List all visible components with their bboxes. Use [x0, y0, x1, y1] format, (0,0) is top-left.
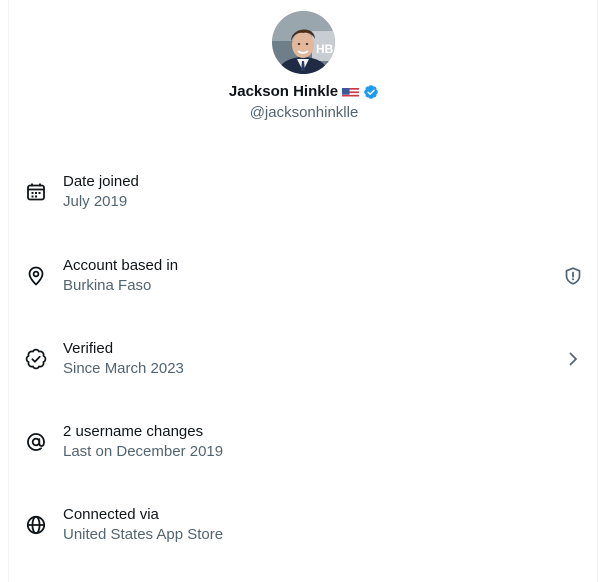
verified-check-icon	[25, 348, 47, 370]
avatar[interactable]: HB	[272, 11, 335, 74]
about-row-verified[interactable]: Verified Since March 2023	[9, 327, 599, 391]
profile-handle: @jacksonhinklle	[249, 104, 359, 121]
at-sign-icon	[25, 431, 47, 453]
us-flag-icon	[342, 86, 360, 98]
about-row-subtitle: Last on December 2019	[63, 443, 224, 460]
about-row-subtitle: United States App Store	[63, 526, 224, 543]
about-row-connected-via: Connected via United States App Store	[9, 493, 599, 557]
about-row-date-joined: Date joined July 2019	[9, 160, 599, 224]
about-row-title: Verified	[63, 340, 114, 357]
about-row-title: Account based in	[63, 257, 179, 274]
profile-name: Jackson Hinkle	[228, 83, 339, 100]
calendar-icon	[25, 181, 47, 203]
profile-name-row: Jackson Hinkle	[9, 82, 599, 102]
about-row-account-based-in: Account based in Burkina Faso	[9, 244, 599, 308]
about-row-subtitle: Burkina Faso	[63, 277, 152, 294]
about-row-subtitle: Since March 2023	[63, 360, 184, 377]
location-pin-icon	[25, 265, 47, 287]
shield-alert-icon[interactable]	[563, 266, 583, 286]
about-row-username-changes: 2 username changes Last on December 2019	[9, 410, 599, 474]
chevron-right-icon	[563, 349, 583, 369]
globe-icon	[25, 514, 47, 536]
profile-photo: HB	[272, 11, 335, 74]
about-row-title: Connected via	[63, 506, 159, 523]
svg-text:HB: HB	[316, 42, 334, 56]
verified-badge-icon[interactable]	[363, 84, 379, 100]
about-row-title: 2 username changes	[63, 423, 204, 440]
about-row-title: Date joined	[63, 173, 139, 190]
about-account-panel: HB Jackson Hinkle @jacksonhinklle Date j…	[8, 0, 598, 582]
about-row-subtitle: July 2019	[63, 193, 128, 210]
